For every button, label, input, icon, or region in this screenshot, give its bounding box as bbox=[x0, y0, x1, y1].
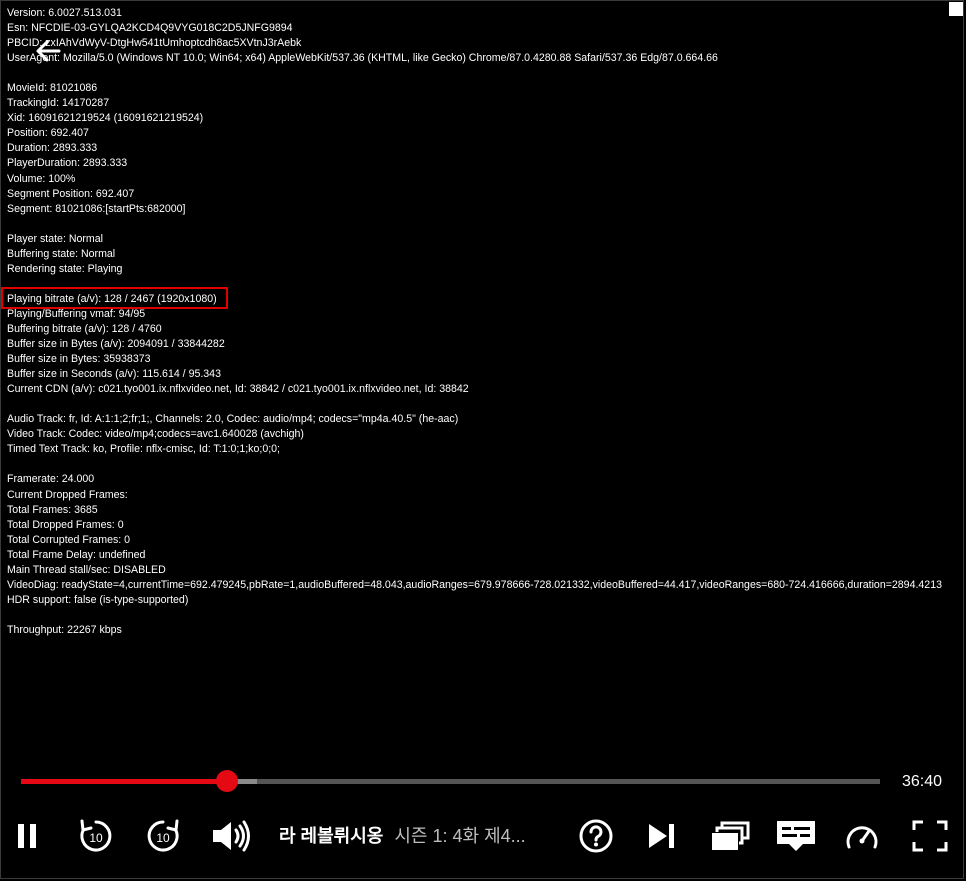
diagnostic-line: PBCID: zxIAhVdWyV-DtgHw541tUmhoptcdh8ac5… bbox=[7, 37, 302, 50]
diagnostic-line: TrackingId: 14170287 bbox=[7, 97, 110, 110]
diagnostic-line: Segment Position: 692.407 bbox=[7, 187, 135, 200]
playback-speed-button[interactable] bbox=[834, 808, 890, 864]
diagnostic-line bbox=[7, 457, 962, 472]
diagnostic-line: Video Track: Codec: video/mp4;codecs=avc… bbox=[7, 428, 304, 441]
episode-title: 시즌 1: 4화 제4... bbox=[394, 826, 526, 846]
fullscreen-icon bbox=[912, 820, 948, 852]
diagnostic-line: Segment: 81021086:[startPts:682000] bbox=[7, 202, 186, 215]
help-button[interactable] bbox=[568, 808, 624, 864]
diagnostic-line: Version: 6.0027.513.031 bbox=[7, 7, 122, 19]
close-diagnostics-box[interactable] bbox=[949, 2, 963, 16]
diagnostic-line: Total Corrupted Frames: 0 bbox=[7, 533, 131, 546]
fullscreen-button[interactable] bbox=[902, 808, 958, 864]
rewind-10-icon: 10 bbox=[76, 816, 116, 856]
diagnostic-line: Buffer size in Seconds (a/v): 115.614 / … bbox=[7, 368, 221, 381]
diagnostic-line: Timed Text Track: ko, Profile: nflx-cmis… bbox=[7, 443, 280, 456]
diagnostic-line: PlayerDuration: 2893.333 bbox=[7, 157, 128, 170]
diagnostics-panel: Version: 6.0027.513.031 Esn: NFCDIE-03-GY… bbox=[7, 6, 962, 638]
progress-bar[interactable] bbox=[21, 770, 880, 792]
rewind-10-button[interactable]: 10 bbox=[68, 808, 124, 864]
diagnostic-line: Player state: Normal bbox=[7, 232, 103, 245]
diagnostic-line: Buffer size in Bytes (a/v): 2094091 / 33… bbox=[7, 338, 225, 351]
diagnostic-line: Buffering bitrate (a/v): 128 / 4760 bbox=[7, 322, 162, 335]
diagnostic-line: Throughput: 22267 kbps bbox=[7, 623, 122, 636]
playback-speed-icon bbox=[844, 821, 880, 851]
next-episode-icon bbox=[647, 822, 677, 850]
progress-played bbox=[21, 779, 228, 784]
next-episode-button[interactable] bbox=[634, 808, 690, 864]
diagnostic-line: Position: 692.407 bbox=[7, 127, 89, 140]
diagnostic-line: UserAgent: Mozilla/5.0 (Windows NT 10.0;… bbox=[7, 52, 718, 65]
volume-icon bbox=[211, 819, 251, 853]
diagnostic-line: Total Dropped Frames: 0 bbox=[7, 518, 124, 531]
bitrate-highlight-box bbox=[1, 287, 228, 309]
diagnostic-line: Volume: 100% bbox=[7, 172, 76, 185]
subtitles-icon bbox=[775, 819, 817, 853]
diagnostic-line: MovieId: 81021086 bbox=[7, 82, 98, 95]
diagnostic-line: Current Dropped Frames: bbox=[7, 488, 128, 501]
time-remaining: 36:40 bbox=[902, 773, 943, 790]
diagnostic-line: Framerate: 24.000 bbox=[7, 473, 95, 486]
forward-10-icon: 10 bbox=[143, 816, 183, 856]
diagnostic-line: Total Frame Delay: undefined bbox=[7, 548, 146, 561]
episodes-icon bbox=[710, 820, 750, 852]
show-title: 라 레볼뤼시옹 bbox=[279, 826, 384, 846]
diagnostic-line: Duration: 2893.333 bbox=[7, 142, 98, 155]
svg-text:10: 10 bbox=[89, 831, 103, 845]
diagnostic-line: Xid: 16091621219524 (16091621219524) bbox=[7, 112, 204, 125]
diagnostic-line: Total Frames: 3685 bbox=[7, 503, 98, 516]
diagnostic-line: Buffering state: Normal bbox=[7, 247, 116, 260]
diagnostic-line bbox=[7, 608, 962, 623]
diagnostic-line bbox=[7, 397, 962, 412]
diagnostic-line bbox=[7, 217, 962, 232]
diagnostic-line: Esn: NFCDIE-03-GYLQA2KCD4Q9VYG018C2D5JNF… bbox=[7, 22, 293, 35]
diagnostic-line: Rendering state: Playing bbox=[7, 262, 123, 275]
progress-scrubber-handle[interactable] bbox=[216, 770, 239, 792]
diagnostic-line: Main Thread stall/sec: DISABLED bbox=[7, 563, 166, 576]
diagnostic-line: Playing/Buffering vmaf: 94/95 bbox=[7, 307, 146, 320]
pause-button[interactable] bbox=[0, 808, 56, 864]
help-icon bbox=[578, 818, 614, 854]
diagnostic-line: VideoDiag: readyState=4,currentTime=692.… bbox=[7, 578, 942, 591]
diagnostic-line: Audio Track: fr, Id: A:1:1;2;fr;1;, Chan… bbox=[7, 413, 459, 426]
svg-text:10: 10 bbox=[156, 831, 170, 845]
forward-10-button[interactable]: 10 bbox=[135, 808, 191, 864]
back-arrow-icon[interactable] bbox=[33, 36, 63, 66]
volume-button[interactable] bbox=[203, 808, 259, 864]
diagnostic-line: Current CDN (a/v): c021.tyo001.ix.nflxvi… bbox=[7, 383, 469, 396]
pause-icon bbox=[16, 822, 40, 850]
episodes-button[interactable] bbox=[702, 808, 758, 864]
diagnostic-line: Buffer size in Bytes: 35938373 bbox=[7, 353, 151, 366]
now-playing-title: 라 레볼뤼시옹 시즌 1: 4화 제4... bbox=[279, 822, 526, 848]
diagnostic-line bbox=[7, 66, 962, 81]
subtitles-button[interactable] bbox=[768, 808, 824, 864]
diagnostic-line: HDR support: false (is-type-supported) bbox=[7, 593, 189, 606]
